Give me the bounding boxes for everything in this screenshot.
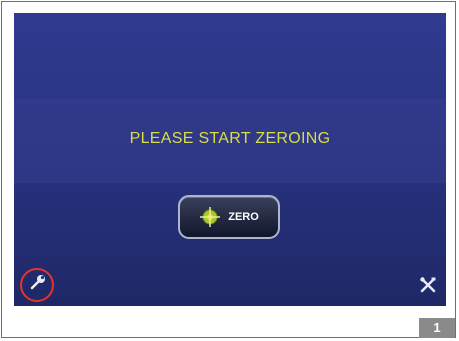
zero-button-label: ZERO (228, 211, 259, 223)
zeroing-prompt: PLEASE START ZEROING (129, 130, 331, 147)
device-screen: PLEASE START ZEROING ZERO (14, 13, 446, 306)
wrench-icon[interactable] (28, 273, 48, 293)
tools-icon[interactable] (419, 276, 437, 294)
page-number-badge: 1 (419, 318, 455, 338)
zero-button[interactable]: ZERO (178, 195, 280, 239)
illustration-frame: PLEASE START ZEROING ZERO (1, 1, 456, 338)
crosshair-icon (200, 207, 221, 227)
